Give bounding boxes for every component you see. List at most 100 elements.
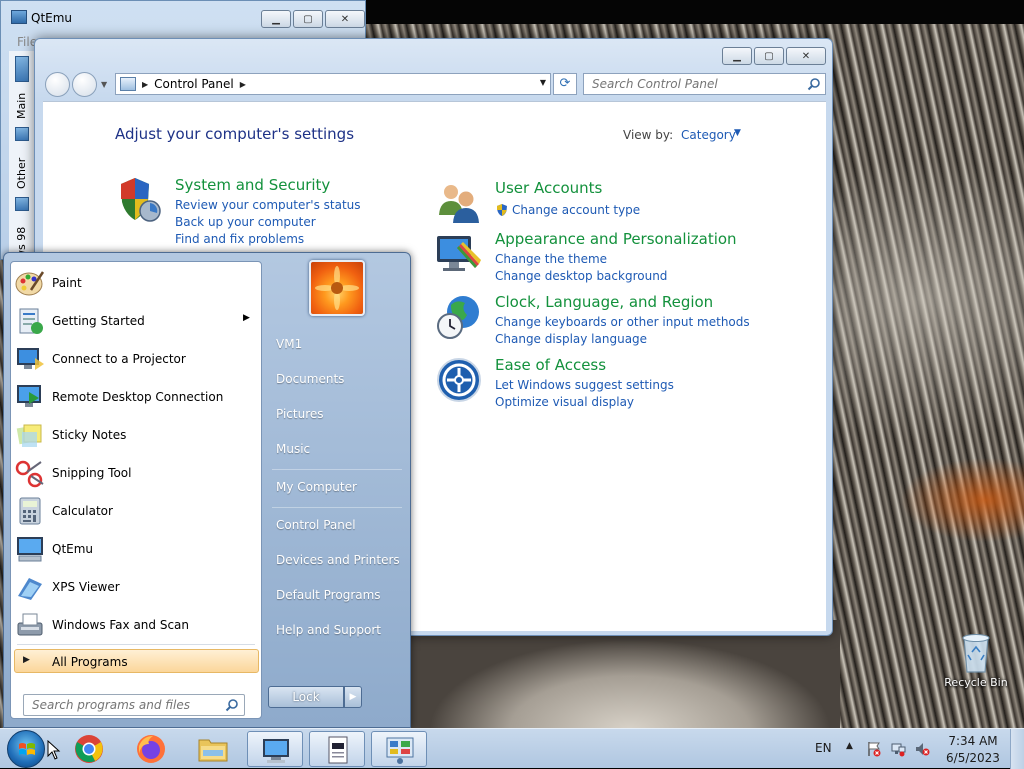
action-center-flag-icon[interactable] <box>866 741 882 757</box>
breadcrumb-chevron-icon[interactable]: ▶ <box>142 80 148 89</box>
control-panel-icon <box>120 77 136 91</box>
start-right-help-support[interactable]: Help and Support <box>276 623 381 637</box>
suggest-settings-link[interactable]: Let Windows suggest settings <box>495 378 674 392</box>
category-clock-region: Clock, Language, and Region Change keybo… <box>435 293 775 346</box>
change-account-type-link[interactable]: Change account type <box>512 203 640 217</box>
network-icon[interactable] <box>890 741 906 757</box>
taskbar-chrome[interactable] <box>61 731 117 767</box>
lock-button[interactable]: Lock <box>268 686 344 708</box>
ease-of-access-link[interactable]: Ease of Access <box>495 356 606 374</box>
start-search-input[interactable] <box>30 696 220 714</box>
user-picture[interactable] <box>309 260 365 316</box>
optimize-display-link[interactable]: Optimize visual display <box>495 395 634 409</box>
program-item-xps-viewer[interactable]: XPS Viewer <box>11 569 261 605</box>
search-control-panel[interactable] <box>583 73 826 95</box>
recycle-bin-shortcut[interactable]: Recycle Bin <box>944 630 1008 689</box>
taskbar-qtemu[interactable] <box>247 731 303 767</box>
review-status-link[interactable]: Review your computer's status <box>175 198 361 212</box>
address-dropdown-icon[interactable]: ▼ <box>540 78 546 87</box>
start-right-documents[interactable]: Documents <box>276 372 344 386</box>
change-keyboards-link[interactable]: Change keyboards or other input methods <box>495 315 750 329</box>
chrome-icon <box>73 734 105 764</box>
program-label: QtEmu <box>52 542 94 556</box>
change-display-language-link[interactable]: Change display language <box>495 332 647 346</box>
search-icon[interactable] <box>225 698 239 715</box>
program-label: XPS Viewer <box>52 580 120 594</box>
backup-link[interactable]: Back up your computer <box>175 215 316 229</box>
start-search-box[interactable] <box>23 694 245 716</box>
taskbar-file-explorer[interactable] <box>185 731 241 767</box>
program-item-sticky-notes[interactable]: Sticky Notes <box>11 417 261 453</box>
recycle-bin-icon <box>959 630 993 674</box>
windows-logo-icon <box>19 743 35 755</box>
qtemu-icon <box>260 735 292 765</box>
cp-close-button[interactable]: ✕ <box>786 47 826 65</box>
chevron-down-icon[interactable]: ▼ <box>734 128 741 138</box>
view-by-dropdown[interactable]: Category <box>681 128 736 142</box>
cp-minimize-button[interactable]: ▁ <box>722 47 752 65</box>
cp-maximize-button[interactable]: ▢ <box>754 47 784 65</box>
programs-list: Paint Getting Started ▶ Connect to a Pro… <box>10 261 262 719</box>
troubleshoot-link[interactable]: Find and fix problems <box>175 232 304 246</box>
ease-of-access-icon <box>435 356 483 404</box>
search-input[interactable] <box>590 75 800 93</box>
program-item-snipping-tool[interactable]: Snipping Tool <box>11 455 261 491</box>
all-programs-button[interactable]: ▶ All Programs <box>14 649 259 673</box>
start-button[interactable] <box>7 730 45 768</box>
program-label: Windows Fax and Scan <box>52 618 190 632</box>
program-label: Calculator <box>52 504 113 518</box>
shutdown-options-arrow-icon[interactable]: ▶ <box>344 686 362 708</box>
qtemu-close-button[interactable]: ✕ <box>325 10 365 28</box>
address-bar[interactable]: ▶ Control Panel ▶ ▼ <box>115 73 551 95</box>
recent-pages-dropdown[interactable]: ▼ <box>101 80 107 89</box>
start-right-default-programs[interactable]: Default Programs <box>276 588 381 602</box>
start-right-pictures[interactable]: Pictures <box>276 407 324 421</box>
clock-time[interactable]: 7:34 AM <box>945 734 1001 748</box>
wallpaper-detail <box>410 620 840 728</box>
system-security-link[interactable]: System and Security <box>175 176 330 194</box>
change-theme-link[interactable]: Change the theme <box>495 252 607 266</box>
users-icon <box>435 179 483 227</box>
program-item-calculator[interactable]: Calculator <box>11 493 261 529</box>
program-item-getting-started[interactable]: Getting Started ▶ <box>11 303 261 339</box>
start-right-vm1[interactable]: VM1 <box>276 337 302 351</box>
taskbar-firefox[interactable] <box>123 731 179 767</box>
view-by-label: View by: <box>623 128 674 142</box>
qtemu-vm-icon <box>15 56 29 82</box>
program-item-fax-scan[interactable]: Windows Fax and Scan <box>11 607 261 643</box>
appearance-link[interactable]: Appearance and Personalization <box>495 230 737 248</box>
qtemu-maximize-button[interactable]: ▢ <box>293 10 323 28</box>
show-desktop-button[interactable] <box>1010 729 1024 769</box>
change-background-link[interactable]: Change desktop background <box>495 269 667 283</box>
refresh-button[interactable]: ⟳ <box>553 73 577 95</box>
shield-icon <box>115 176 163 224</box>
user-accounts-link[interactable]: User Accounts <box>495 179 602 197</box>
program-item-remote-desktop[interactable]: Remote Desktop Connection <box>11 379 261 415</box>
breadcrumb-control-panel[interactable]: Control Panel <box>154 77 234 91</box>
qtemu-minimize-button[interactable]: ▁ <box>261 10 291 28</box>
program-item-qtemu[interactable]: QtEmu <box>11 531 261 567</box>
program-label: Connect to a Projector <box>52 352 186 366</box>
start-right-my-computer[interactable]: My Computer <box>276 480 357 494</box>
taskbar-notepad[interactable] <box>309 731 365 767</box>
language-indicator[interactable]: EN <box>815 741 832 755</box>
program-item-projector[interactable]: Connect to a Projector <box>11 341 261 377</box>
volume-muted-icon[interactable] <box>914 741 930 757</box>
start-right-devices-printers[interactable]: Devices and Printers <box>276 553 400 567</box>
breadcrumb-chevron-icon[interactable]: ▶ <box>240 80 246 89</box>
taskbar-control-panel[interactable] <box>371 731 427 767</box>
notepad-icon <box>322 735 354 765</box>
search-icon[interactable] <box>807 77 821 94</box>
qtemu-tab-main[interactable]: Main <box>15 93 28 119</box>
category-system-security: System and Security Review your computer… <box>115 176 415 246</box>
show-hidden-icons-arrow[interactable]: ▲ <box>846 741 853 751</box>
forward-button[interactable] <box>72 72 97 97</box>
clock-region-link[interactable]: Clock, Language, and Region <box>495 293 713 311</box>
start-right-control-panel[interactable]: Control Panel <box>276 518 356 532</box>
program-item-paint[interactable]: Paint <box>11 265 261 301</box>
clock-date[interactable]: 6/5/2023 <box>945 751 1001 765</box>
submenu-arrow-icon[interactable]: ▶ <box>243 313 250 323</box>
back-button[interactable] <box>45 72 70 97</box>
start-right-music[interactable]: Music <box>276 442 310 456</box>
qtemu-tab-other[interactable]: Other <box>15 158 28 189</box>
